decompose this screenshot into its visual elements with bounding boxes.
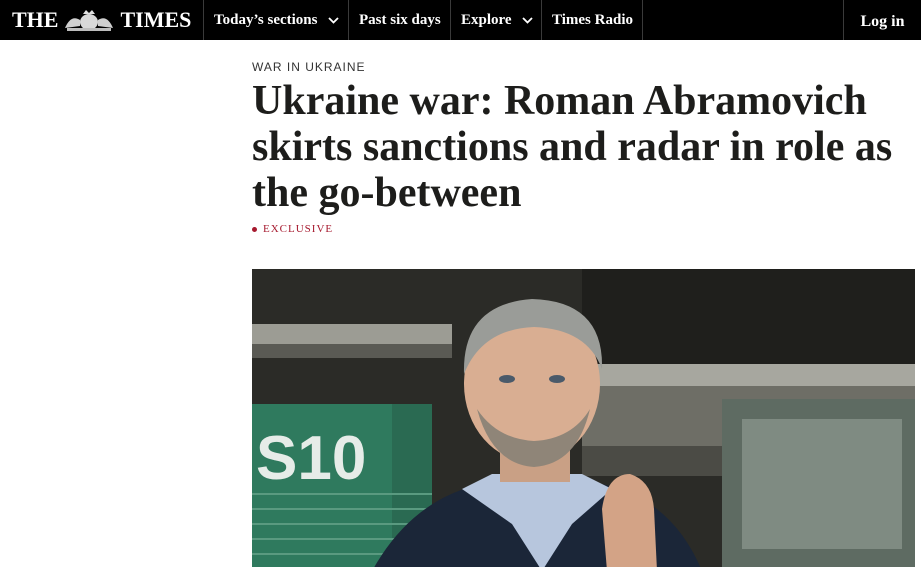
chevron-down-icon <box>521 16 533 24</box>
badge-label: EXCLUSIVE <box>263 223 334 235</box>
masthead-left-word: THE <box>12 7 59 32</box>
section-kicker-link[interactable]: WAR IN UKRAINE <box>252 60 366 74</box>
nav-past-six-days[interactable]: Past six days <box>348 0 450 40</box>
hero-photo-illustration: S10 <box>252 269 915 571</box>
nav-item-label: Times Radio <box>552 11 633 28</box>
badge-dot-icon <box>252 226 257 232</box>
nav-item-label: Today’s sections <box>214 11 318 28</box>
hero-image: S10 <box>252 269 915 571</box>
nav-item-label: Explore <box>461 11 512 28</box>
top-navigation-bar: THE TIMES Today’s sections Past six days… <box>0 0 921 40</box>
hero-sign-text: S10 <box>256 424 366 493</box>
page-bottom-edge <box>0 567 921 571</box>
masthead-right-word: TIMES <box>120 7 192 32</box>
times-logo[interactable]: THE TIMES <box>12 6 191 34</box>
login-button[interactable]: Log in <box>843 0 921 40</box>
nav-times-radio[interactable]: Times Radio <box>541 0 643 40</box>
nav-item-label: Past six days <box>359 11 441 28</box>
nav-explore[interactable]: Explore <box>450 0 541 40</box>
royal-crest-icon <box>65 10 114 31</box>
article-headline: Ukraine war: Roman Abramovich skirts san… <box>252 78 893 216</box>
nav-todays-sections[interactable]: Today’s sections <box>203 0 348 40</box>
chevron-down-icon <box>327 16 339 24</box>
exclusive-badge: EXCLUSIVE <box>252 223 333 235</box>
